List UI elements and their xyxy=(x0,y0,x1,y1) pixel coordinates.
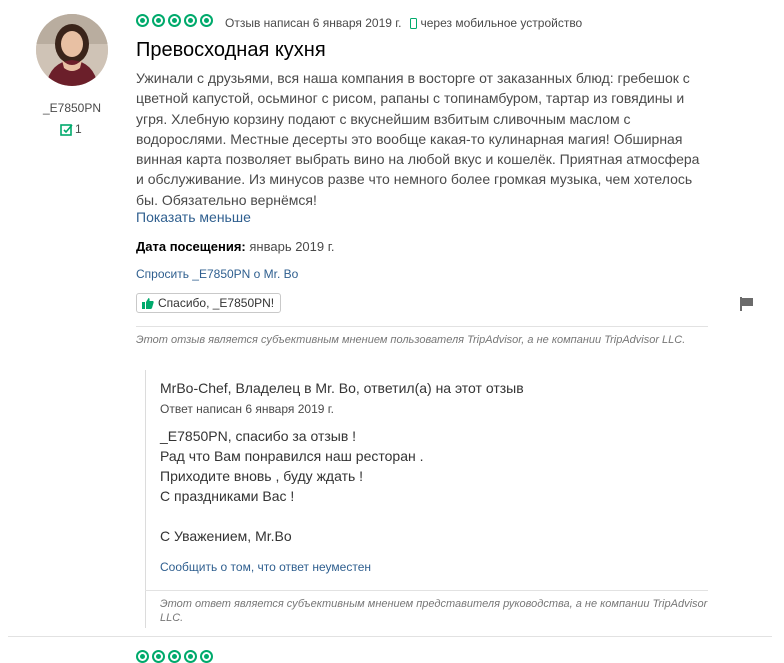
rating-bubble xyxy=(184,14,197,27)
ask-reviewer-link[interactable]: Спросить _E7850PN о Mr. Bo xyxy=(136,267,298,281)
rating-bubble xyxy=(152,14,165,27)
contribution-icon xyxy=(60,123,73,136)
review-separator xyxy=(8,636,772,637)
thanks-button[interactable]: Спасибо, _E7850PN! xyxy=(136,293,282,313)
review-meta: Отзыв написан 6 января 2019 г. через моб… xyxy=(225,16,582,30)
rating-bubble xyxy=(184,650,197,663)
show-less-link[interactable]: Показать меньше xyxy=(136,209,251,225)
review-disclaimer: Этот отзыв является субъективным мнением… xyxy=(136,334,686,346)
response-line: С Уважением, Mr.Bo xyxy=(160,528,292,544)
response-line: Рад что Вам понравился наш ресторан . xyxy=(160,448,424,464)
response-date: Ответ написан 6 января 2019 г. xyxy=(160,402,335,416)
response-line: Приходите вновь , буду ждать ! xyxy=(160,468,364,484)
user-avatar xyxy=(36,14,108,86)
response-text: _E7850PN, спасибо за отзыв ! Рад что Вам… xyxy=(160,426,423,546)
review-title[interactable]: Превосходная кухня xyxy=(136,39,326,62)
rating-bubble xyxy=(168,14,181,27)
visit-date: Дата посещения: январь 2019 г. xyxy=(136,239,335,254)
response-disclaimer: Этот ответ является субъективным мнением… xyxy=(160,598,708,624)
response-author: MrBo-Chef, Владелец в Mr. Bo, ответил(а)… xyxy=(160,380,524,396)
mobile-phone-icon xyxy=(409,17,417,29)
rating-bubble xyxy=(136,14,149,27)
response-line: _E7850PN, спасибо за отзыв ! xyxy=(160,428,357,444)
thanks-button-label: Спасибо, _E7850PN! xyxy=(158,296,275,310)
response-line: С праздниками Вас ! xyxy=(160,488,295,504)
review-text: Ужинали с друзьями, вся наша компания в … xyxy=(136,70,700,208)
report-response-link[interactable]: Сообщить о том, что ответ неуместен xyxy=(160,560,371,574)
rating-bubble xyxy=(136,650,149,663)
visit-date-value: январь 2019 г. xyxy=(249,239,335,254)
next-review-rating xyxy=(136,650,213,663)
username[interactable]: _E7850PN xyxy=(36,101,108,115)
rating-bubble xyxy=(152,650,165,663)
response-line xyxy=(160,506,423,526)
rating-bubbles xyxy=(136,14,213,27)
rating-bubble xyxy=(168,650,181,663)
review-date: Отзыв написан 6 января 2019 г. xyxy=(225,16,402,30)
rating-bubble xyxy=(200,14,213,27)
avatar[interactable] xyxy=(36,14,108,86)
contributions-count: 1 xyxy=(60,122,82,136)
divider xyxy=(136,326,708,327)
visit-date-label: Дата посещения: xyxy=(136,239,246,254)
divider xyxy=(145,590,708,591)
rating-bubble xyxy=(200,650,213,663)
flag-icon[interactable] xyxy=(740,297,754,311)
thumbs-up-icon xyxy=(142,297,154,309)
review-device: через мобильное устройство xyxy=(420,16,583,30)
contributions-value: 1 xyxy=(75,122,82,136)
